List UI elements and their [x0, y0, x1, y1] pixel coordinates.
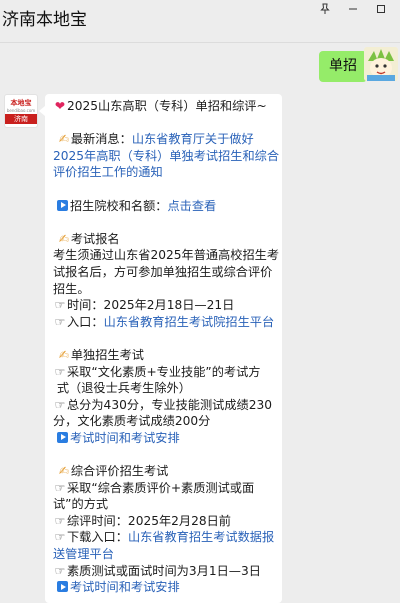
maximize-icon[interactable] [368, 0, 394, 18]
writing-hand-icon: ✍ [58, 464, 69, 479]
pin-icon[interactable] [312, 0, 338, 18]
notice-link[interactable]: 山东省教育厅关于做好 [132, 132, 254, 146]
play-icon [57, 199, 68, 211]
notice-label: 最新消息： [70, 132, 132, 147]
pointing-hand-icon: ☞ [54, 513, 66, 528]
bendibao-avatar[interactable]: 本地宝 bendibao.com 济南 [4, 94, 38, 128]
single-exam-title: 单独招生考试 [70, 347, 144, 362]
logo-city-text: 济南 [5, 114, 37, 124]
comprehensive-title: 综合评价招生考试 [70, 464, 169, 479]
user-avatar[interactable] [364, 47, 398, 81]
play-icon [57, 431, 68, 443]
comprehensive-time: 综评时间：2025年2月28日前 [67, 513, 231, 528]
message-body: ❤ 2025山东高职（专科）单招和综评~ ✍ 最新消息：山东省教育厅关于做好 202… [53, 98, 280, 596]
comprehensive-text: 采取“综合素质评价+素质测试或面 [67, 480, 255, 495]
download-label: 下载入口： [67, 530, 128, 545]
heart-icon: ❤ [54, 99, 66, 113]
play-icon [57, 581, 68, 593]
pointing-hand-icon: ☞ [54, 364, 66, 379]
single-exam-schedule-link[interactable]: 考试时间和考试安排 [70, 431, 180, 445]
chat-title: 济南本地宝 [2, 10, 87, 30]
message-headline: 2025山东高职（专科）单招和综评~ [67, 99, 267, 113]
schools-label: 招生院校和名额： [70, 198, 168, 213]
writing-hand-icon: ✍ [58, 231, 69, 246]
notice-link-cont[interactable]: 2025年高职（专科）单独考试招生和综合 [53, 149, 279, 163]
schools-link[interactable]: 点击查看 [168, 199, 217, 213]
download-link[interactable]: 山东省教育招生考试数据报 [128, 530, 274, 544]
signup-time: 时间：2025年2月18日—21日 [67, 298, 235, 313]
title-bar: 济南本地宝 [0, 0, 400, 42]
comprehensive-text: 试”的方式 [53, 497, 109, 512]
title-divider [0, 42, 400, 43]
writing-hand-icon: ✍ [58, 132, 69, 147]
single-exam-score: 分，文化素质考试成绩200分 [53, 414, 211, 429]
signup-text: 试报名后，方可参加单独招生或综合评价 [53, 264, 273, 279]
writing-hand-icon: ✍ [58, 347, 69, 362]
outgoing-message-text: 单招 [329, 58, 357, 74]
download-link-cont[interactable]: 送管理平台 [53, 547, 114, 561]
signup-entry-link[interactable]: 山东省教育招生考试院招生平台 [104, 315, 275, 329]
signup-text: 招生。 [53, 281, 90, 296]
single-exam-text: 采取“文化素质+专业技能”的考试方 [67, 364, 261, 379]
outgoing-message[interactable]: 单招 [319, 51, 373, 82]
signup-text: 考生须通过山东省2025年普通高校招生考 [53, 248, 280, 263]
comprehensive-test-time: 素质测试或面试时间为3月1日—3日 [67, 563, 261, 578]
pointing-hand-icon: ☞ [54, 480, 66, 495]
signup-title: 考试报名 [70, 231, 120, 246]
incoming-message[interactable]: ❤ 2025山东高职（专科）单招和综评~ ✍ 最新消息：山东省教育厅关于做好 202… [39, 94, 282, 603]
pointing-hand-icon: ☞ [54, 563, 66, 578]
notice-link-end[interactable]: 评价招生工作的通知 [53, 165, 163, 179]
logo-url-text: bendibao.com [6, 108, 36, 113]
comprehensive-schedule-link[interactable]: 考试时间和考试安排 [70, 580, 180, 594]
pointing-hand-icon: ☞ [54, 530, 66, 545]
single-exam-score: 总分为430分，专业技能测试成绩230 [67, 397, 272, 412]
pointing-hand-icon: ☞ [54, 397, 66, 412]
signup-entry-label: 入口： [67, 314, 104, 329]
logo-brand-text: 本地宝 [10, 99, 32, 107]
single-exam-text: 式（退役士兵考生除外） [56, 381, 191, 396]
cartoon-avatar-icon [364, 47, 398, 81]
pointing-hand-icon: ☞ [54, 298, 66, 313]
pointing-hand-icon: ☞ [54, 314, 66, 329]
minimize-icon[interactable] [340, 0, 366, 18]
